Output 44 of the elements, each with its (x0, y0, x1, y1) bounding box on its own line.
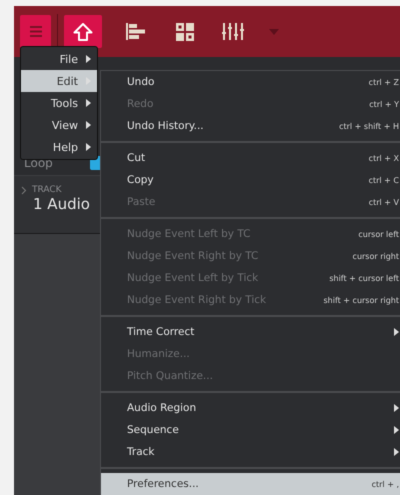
shortcut-label: shift + cursor right (323, 296, 399, 304)
shortcut-label: ctrl + C (368, 176, 399, 184)
menu-item[interactable]: Help (21, 136, 97, 158)
house-arrow-icon (73, 22, 93, 40)
bars-icon (126, 23, 145, 40)
menu-icon (30, 26, 42, 37)
track-label: TRACK (32, 185, 62, 195)
menu-item[interactable]: Cut ctrl + X (101, 147, 400, 169)
submenu-arrow-icon (394, 426, 399, 434)
menu-item[interactable]: Track (101, 441, 400, 463)
caret-down-icon (269, 28, 279, 34)
menu-item[interactable]: Tools (21, 92, 97, 114)
menu-item[interactable]: Sequence (101, 419, 400, 441)
track-name: 1 Audio (33, 195, 90, 213)
grid-icon (176, 22, 194, 40)
submenu-arrow-icon (86, 55, 91, 63)
submenu-arrow-icon (86, 99, 91, 107)
menu-item[interactable]: Edit (21, 70, 97, 92)
shortcut-label: shift + cursor left (329, 274, 399, 282)
menu-item[interactable]: Audio Region (101, 397, 400, 419)
menu-item[interactable]: File (21, 48, 97, 70)
submenu-arrow-icon (86, 143, 91, 151)
submenu-arrow-icon (394, 328, 399, 336)
menu-item[interactable]: Time Correct (101, 321, 400, 343)
menu-item[interactable]: Copy ctrl + C (101, 169, 400, 191)
submenu-arrow-icon (86, 121, 91, 129)
menu-item[interactable]: Undo ctrl + Z (101, 71, 400, 93)
shortcut-label: cursor right (352, 252, 399, 260)
menu-item[interactable]: Undo History... ctrl + shift + H (101, 115, 400, 137)
loop-label: Loop (24, 156, 54, 170)
menu-item[interactable]: Preferences... ctrl + , (101, 473, 400, 495)
sliders-icon (222, 23, 246, 40)
shortcut-label: ctrl + X (368, 154, 399, 162)
submenu-arrow-icon (394, 448, 399, 456)
shortcut-label: ctrl + Z (368, 78, 399, 86)
submenu-arrow-icon (394, 404, 399, 412)
shortcut-label: ctrl + , (372, 480, 399, 488)
shortcut-label: ctrl + shift + H (339, 122, 399, 130)
shortcut-label: ctrl + Y (369, 100, 399, 108)
chevron-icon[interactable] (21, 186, 27, 194)
shortcut-label: ctrl + V (368, 198, 399, 206)
shortcut-label: cursor left (358, 230, 399, 238)
toolbar-button[interactable] (64, 15, 102, 48)
menu-item[interactable]: View (21, 114, 97, 136)
